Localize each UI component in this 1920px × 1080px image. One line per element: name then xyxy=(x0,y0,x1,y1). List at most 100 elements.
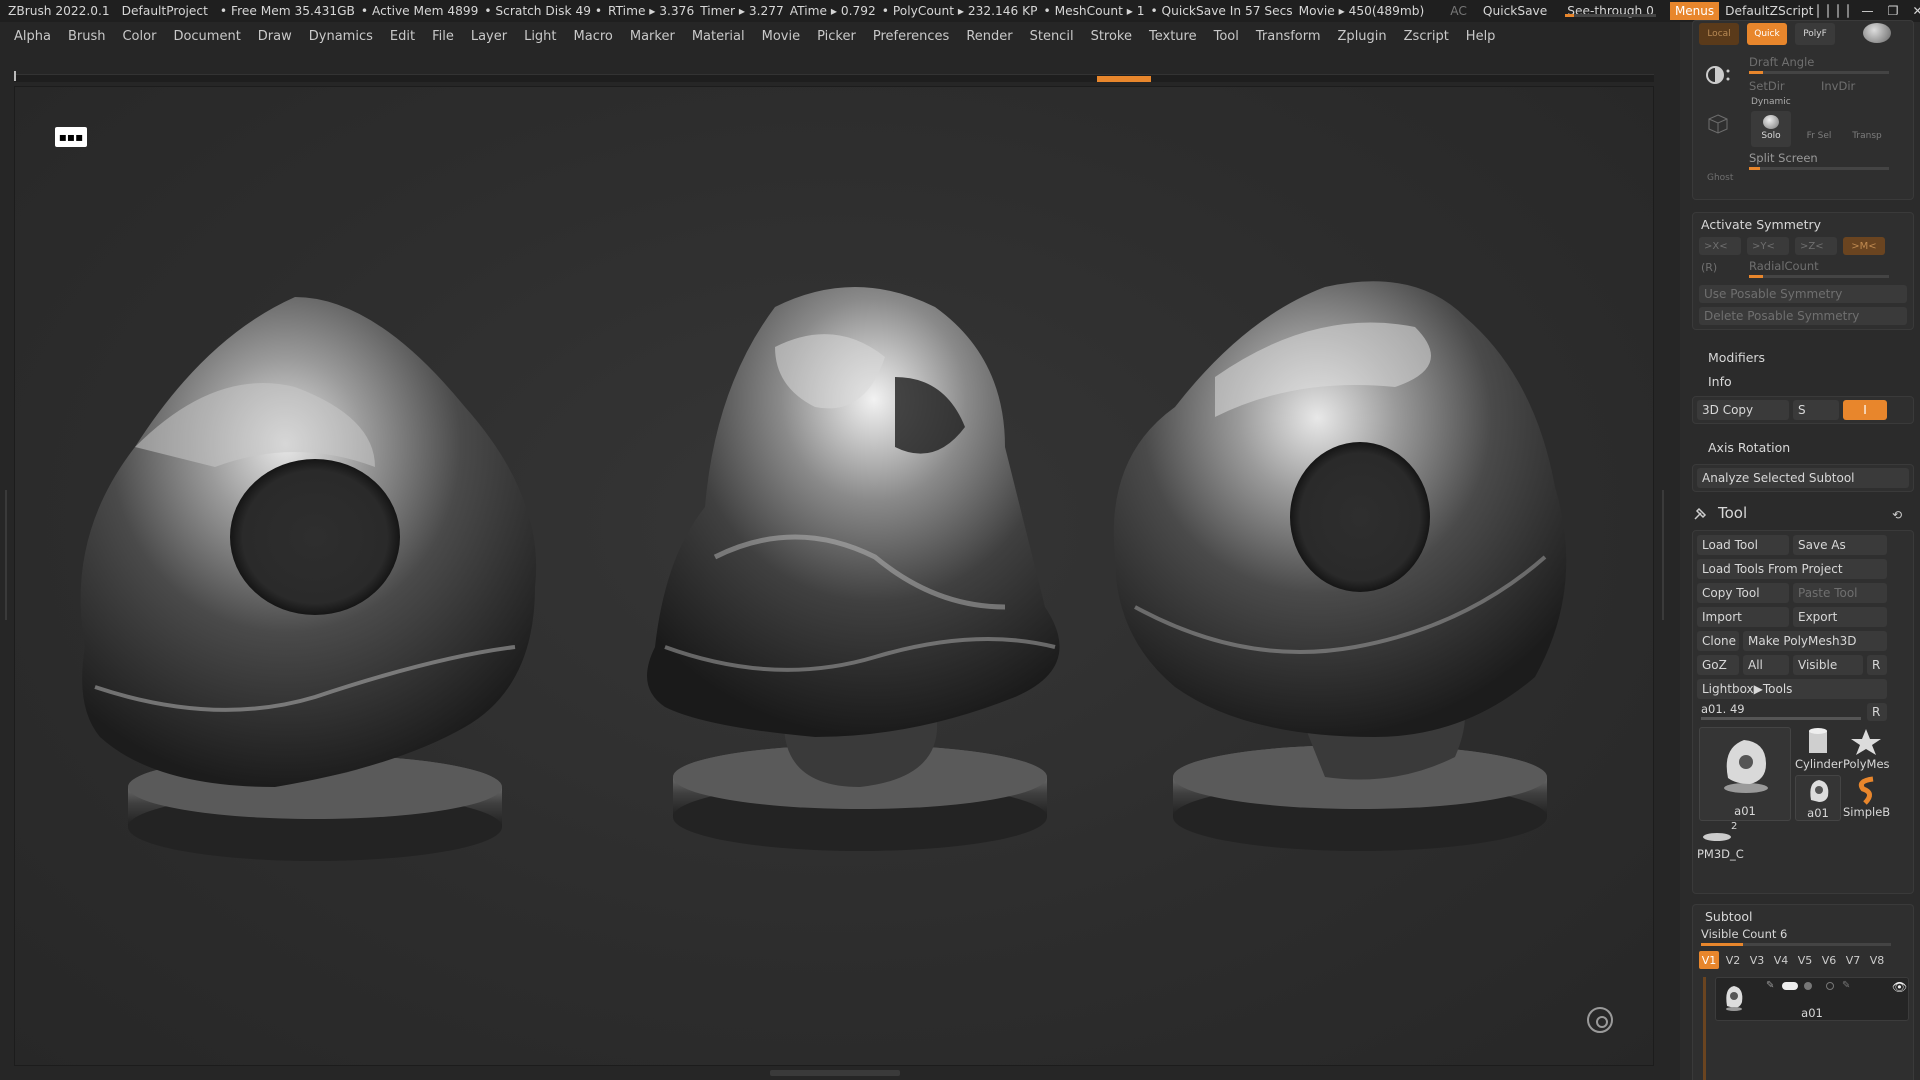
minimize-icon[interactable]: — xyxy=(1861,4,1873,18)
subtool-material-icon[interactable] xyxy=(1826,982,1834,990)
menu-stroke[interactable]: Stroke xyxy=(1091,29,1132,44)
delete-posable-symmetry-button[interactable]: Delete Posable Symmetry xyxy=(1699,307,1907,325)
goz-visible-button[interactable]: Visible xyxy=(1793,655,1863,675)
layout-2-icon[interactable] xyxy=(1827,4,1830,18)
subtool-item-a01[interactable]: ✎ ✎ 👁 a01 xyxy=(1715,977,1909,1021)
local-button[interactable]: Local xyxy=(1699,23,1739,45)
subtool-title[interactable]: Subtool xyxy=(1705,909,1752,924)
menus-button[interactable]: Menus xyxy=(1669,2,1720,20)
navigation-gizmo-icon[interactable] xyxy=(1587,1007,1613,1033)
menu-tool[interactable]: Tool xyxy=(1214,29,1239,44)
contrast-icon[interactable] xyxy=(1705,63,1733,87)
menu-layer[interactable]: Layer xyxy=(471,29,507,44)
tool-thumb-a01[interactable]: a01 xyxy=(1699,727,1791,821)
menu-marker[interactable]: Marker xyxy=(630,29,675,44)
ghost-label[interactable]: Ghost xyxy=(1707,173,1733,183)
goz-all-button[interactable]: All xyxy=(1743,655,1789,675)
menu-edit[interactable]: Edit xyxy=(390,29,415,44)
timeline-strip[interactable] xyxy=(14,71,1654,82)
menu-help[interactable]: Help xyxy=(1466,29,1496,44)
menu-brush[interactable]: Brush xyxy=(68,29,106,44)
tool-pin-icon[interactable] xyxy=(1692,506,1708,522)
menu-document[interactable]: Document xyxy=(173,29,240,44)
left-tray-handle[interactable] xyxy=(2,490,10,620)
menu-light[interactable]: Light xyxy=(524,29,556,44)
menu-render[interactable]: Render xyxy=(966,29,1012,44)
clone-button[interactable]: Clone xyxy=(1697,631,1739,651)
window-2-icon[interactable] xyxy=(1847,4,1850,18)
material-sphere-icon[interactable] xyxy=(1863,23,1891,43)
make-polymesh3d-button[interactable]: Make PolyMesh3D xyxy=(1743,631,1887,651)
menu-alpha[interactable]: Alpha xyxy=(14,29,51,44)
subtool-scrollbar[interactable] xyxy=(1703,977,1706,1080)
solo-button[interactable]: Solo xyxy=(1751,111,1791,147)
menu-color[interactable]: Color xyxy=(122,29,156,44)
subtool-version-v5[interactable]: V5 xyxy=(1795,951,1815,969)
subtool-toggle-icon[interactable] xyxy=(1782,982,1798,990)
subtool-version-v3[interactable]: V3 xyxy=(1747,951,1767,969)
menu-macro[interactable]: Macro xyxy=(574,29,613,44)
quick-button[interactable]: Quick xyxy=(1747,23,1787,45)
visible-count-label[interactable]: Visible Count 6 xyxy=(1701,927,1787,941)
tool-thumb-polymesh[interactable]: PolyMes xyxy=(1843,727,1890,771)
window-icon[interactable] xyxy=(1837,4,1840,18)
goz-r-button[interactable]: R xyxy=(1867,655,1887,675)
subtool-visibility-eye-icon[interactable]: 👁 xyxy=(1892,980,1907,994)
subtool-version-v6[interactable]: V6 xyxy=(1819,951,1839,969)
subtool-version-v8[interactable]: V8 xyxy=(1867,951,1887,969)
radial-count-label[interactable]: RadialCount xyxy=(1749,259,1819,273)
activate-symmetry-button[interactable]: Activate Symmetry xyxy=(1701,217,1821,232)
load-tools-from-project-button[interactable]: Load Tools From Project xyxy=(1697,559,1887,579)
layout-icon[interactable] xyxy=(1817,4,1820,18)
close-icon[interactable]: ✕ xyxy=(1913,4,1920,18)
subtool-dynamic-icon[interactable] xyxy=(1804,982,1812,990)
menu-preferences[interactable]: Preferences xyxy=(873,29,949,44)
right-tray-handle[interactable] xyxy=(1659,490,1667,620)
frsel-button[interactable]: Fr Sel xyxy=(1799,111,1839,147)
tool-thumb-a01-small[interactable]: a01 xyxy=(1795,775,1841,821)
subtool-version-v1[interactable]: V1 xyxy=(1699,951,1719,969)
subtool-version-v2[interactable]: V2 xyxy=(1723,951,1743,969)
tool-thumb-cylinder[interactable]: Cylinder xyxy=(1795,727,1843,771)
timeline-marker[interactable] xyxy=(1097,76,1151,82)
viewport-canvas[interactable]: ▪▪▪ xyxy=(14,86,1654,1066)
radial-r-button[interactable]: (R) xyxy=(1701,261,1717,274)
menu-zplugin[interactable]: Zplugin xyxy=(1338,29,1387,44)
split-screen-label[interactable]: Split Screen xyxy=(1749,151,1818,165)
load-tool-button[interactable]: Load Tool xyxy=(1697,535,1789,555)
reset-icon[interactable]: ⟲ xyxy=(1892,508,1902,522)
bottom-tray-handle[interactable] xyxy=(770,1070,900,1076)
menu-material[interactable]: Material xyxy=(692,29,745,44)
menu-dynamics[interactable]: Dynamics xyxy=(309,29,373,44)
quicksave-button[interactable]: QuickSave xyxy=(1473,4,1557,18)
goz-button[interactable]: GoZ xyxy=(1697,655,1739,675)
current-tool-r-button[interactable]: R xyxy=(1867,703,1887,721)
lightbox-tools-button[interactable]: Lightbox▶Tools xyxy=(1697,679,1887,699)
invdir-button[interactable]: InvDir xyxy=(1821,79,1855,93)
subtool-version-v4[interactable]: V4 xyxy=(1771,951,1791,969)
tool-thumb-pm3d[interactable]: 2 PM3D_C xyxy=(1697,821,1744,865)
export-button[interactable]: Export xyxy=(1793,607,1887,627)
menu-picker[interactable]: Picker xyxy=(817,29,856,44)
restore-icon[interactable]: ❐ xyxy=(1888,4,1899,18)
menu-transform[interactable]: Transform xyxy=(1256,29,1321,44)
menu-draw[interactable]: Draw xyxy=(258,29,292,44)
setdir-button[interactable]: SetDir xyxy=(1749,79,1785,93)
tool-thumb-simplebrush[interactable]: SimpleB xyxy=(1843,775,1890,821)
ac-indicator[interactable]: AC xyxy=(1444,4,1473,18)
menu-zscript[interactable]: Zscript xyxy=(1404,29,1449,44)
tool-palette-title[interactable]: Tool xyxy=(1718,504,1747,522)
transp-button[interactable]: Transp xyxy=(1847,111,1887,147)
import-button[interactable]: Import xyxy=(1697,607,1789,627)
axis-rotation-section[interactable]: Axis Rotation xyxy=(1708,440,1790,455)
sym-m-button[interactable]: >M< xyxy=(1843,237,1885,255)
copy3d-button[interactable]: 3D Copy xyxy=(1697,400,1789,420)
copy3d-i-button[interactable]: I xyxy=(1843,400,1887,420)
subtool-polypaint-icon[interactable]: ✎ xyxy=(1842,980,1850,991)
default-zscript[interactable]: DefaultZScript xyxy=(1725,4,1813,18)
copy-tool-button[interactable]: Copy Tool xyxy=(1697,583,1789,603)
sym-x-button[interactable]: >X< xyxy=(1699,237,1741,255)
polyf-button[interactable]: PolyF xyxy=(1795,23,1835,45)
menu-stencil[interactable]: Stencil xyxy=(1030,29,1074,44)
modifiers-section[interactable]: Modifiers xyxy=(1708,350,1765,365)
